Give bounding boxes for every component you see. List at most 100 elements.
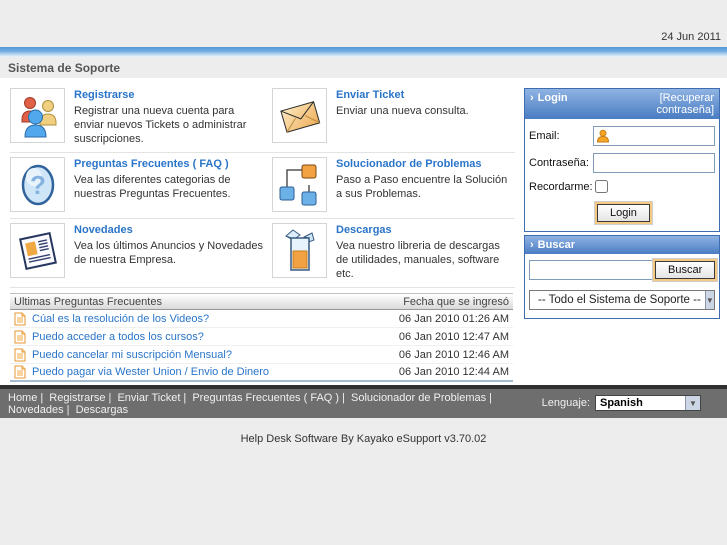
faq-question-text: Puedo cancelar mi suscripción Mensual? (32, 348, 232, 361)
chevron-down-icon: ▼ (704, 291, 714, 309)
login-form: Email: Contraseña: Recordarme: Login (525, 119, 719, 231)
login-box-header: › Login [Recuperar contraseña] (525, 89, 719, 119)
language-label: Lenguaje: (541, 397, 590, 409)
footer-link-solucionador[interactable]: Solucionador de Problemas (351, 392, 486, 404)
svg-text:?: ? (30, 170, 46, 200)
recover-password-link[interactable]: [Recuperar contraseña] (618, 92, 714, 116)
footer-link-home[interactable]: Home (8, 392, 37, 404)
login-box: › Login [Recuperar contraseña] Email: Co… (524, 88, 720, 232)
link-separator: | (183, 392, 187, 404)
section-description: Registrar una nueva cuenta para enviar n… (74, 105, 247, 145)
faq-date: 06 Jan 2010 12:46 AM (398, 348, 509, 361)
section-solucionador[interactable]: Solucionador de Problemas Paso a Paso en… (272, 157, 515, 212)
password-field[interactable] (593, 153, 715, 173)
section-link-enviar-ticket[interactable]: Enviar Ticket (336, 89, 515, 101)
footer-link-descargas[interactable]: Descargas (76, 404, 129, 416)
latest-faq-table: Ultimas Preguntas Frecuentes Fecha que s… (10, 293, 513, 382)
email-field[interactable] (593, 126, 715, 146)
section-link-registrarse[interactable]: Registrarse (74, 89, 264, 101)
question-icon: ? (10, 157, 65, 212)
faq-row: Puedo pagar via Wester Union / Envio de … (10, 364, 513, 382)
faq-question-link[interactable]: Puedo pagar via Wester Union / Envio de … (14, 365, 269, 379)
person-icon (596, 129, 610, 143)
faq-table-header: Ultimas Preguntas Frecuentes Fecha que s… (10, 293, 513, 310)
search-scope-select[interactable]: -- Todo el Sistema de Soporte -- ▼ (529, 290, 715, 310)
faq-row: Puedo acceder a todos los cursos? 06 Jan… (10, 328, 513, 346)
content-area: Registrarse Registrar una nueva cuenta p… (0, 78, 727, 385)
section-row-2: ? Preguntas Frecuentes ( FAQ ) Vea las d… (10, 155, 515, 219)
footer-link-novedades[interactable]: Novedades (8, 404, 64, 416)
search-box-header: › Buscar (525, 236, 719, 254)
section-row-3: Novedades Vea los últimos Anuncios y Nov… (10, 221, 515, 288)
search-scope-value: -- Todo el Sistema de Soporte -- (538, 294, 701, 306)
chevron-right-icon: › (530, 92, 534, 104)
document-icon (14, 330, 26, 343)
language-select[interactable]: Spanish ▼ (595, 395, 701, 411)
section-description: Vea las diferentes categorias de nuestra… (74, 174, 231, 200)
link-separator: | (66, 404, 70, 416)
section-description: Vea los últimos Anuncios y Novedades de … (74, 240, 263, 266)
faq-date-column-header: Fecha que se ingresó (403, 295, 509, 308)
section-text: Registrarse Registrar una nueva cuenta p… (74, 88, 264, 146)
section-registrarse[interactable]: Registrarse Registrar una nueva cuenta p… (10, 88, 272, 146)
section-link-faq[interactable]: Preguntas Frecuentes ( FAQ ) (74, 158, 264, 170)
section-link-novedades[interactable]: Novedades (74, 224, 264, 236)
link-separator: | (342, 392, 345, 404)
faq-question-link[interactable]: Cúal es la resolución de los Videos? (14, 312, 209, 326)
section-text: Descargas Vea nuestro libreria de descar… (336, 223, 515, 281)
login-box-title: Login (537, 92, 568, 104)
credits-line: Help Desk Software By Kayako eSupport v3… (240, 433, 487, 445)
login-button-row: Login (525, 196, 719, 231)
search-input[interactable] (529, 260, 655, 280)
section-descargas[interactable]: Descargas Vea nuestro libreria de descar… (272, 223, 515, 281)
section-link-solucionador[interactable]: Solucionador de Problemas (336, 158, 515, 170)
section-description: Paso a Paso encuentre la Solución a sus … (336, 174, 508, 200)
search-box: › Buscar Buscar -- Todo el Sistema de So… (524, 235, 720, 319)
footer-nav: Home | Registrarse | Enviar Ticket | Pregun… (8, 392, 498, 416)
section-row-1: Registrarse Registrar una nueva cuenta p… (10, 86, 515, 153)
faq-table-title: Ultimas Preguntas Frecuentes (14, 295, 162, 308)
support-portal-page: 24 Jun 2011 Sistema de Soporte Registrar… (0, 0, 727, 545)
section-text: Preguntas Frecuentes ( FAQ ) Vea las dif… (74, 157, 264, 212)
link-separator: | (108, 392, 112, 404)
password-label: Contraseña: (529, 157, 589, 169)
faq-date: 06 Jan 2010 12:44 AM (398, 366, 509, 378)
login-button[interactable]: Login (597, 204, 650, 222)
search-button[interactable]: Buscar (655, 261, 716, 279)
sidebar: › Login [Recuperar contraseña] Email: Co… (524, 88, 720, 322)
remember-checkbox[interactable] (595, 180, 608, 193)
news-icon (10, 223, 65, 278)
section-description: Enviar una nueva consulta. (336, 105, 469, 117)
section-enviar-ticket[interactable]: Enviar Ticket Enviar una nueva consulta. (272, 88, 515, 146)
footer-link-faq[interactable]: Preguntas Frecuentes ( FAQ ) (192, 392, 339, 404)
faq-question-link[interactable]: Puedo cancelar mi suscripción Mensual? (14, 348, 232, 362)
chevron-right-icon: › (530, 239, 534, 251)
search-box-title: Buscar (537, 239, 575, 251)
faq-row: Puedo cancelar mi suscripción Mensual? 0… (10, 346, 513, 364)
footer-link-registrarse[interactable]: Registrarse (49, 392, 105, 404)
footer-link-enviar-ticket[interactable]: Enviar Ticket (117, 392, 180, 404)
chevron-down-icon: ▼ (685, 396, 700, 410)
remember-label: Recordarme: (529, 180, 593, 193)
section-link-descargas[interactable]: Descargas (336, 224, 515, 236)
footer: Home | Registrarse | Enviar Ticket | Pregun… (0, 389, 727, 418)
faq-date: 06 Jan 2010 12:47 AM (398, 330, 509, 343)
remember-row: Recordarme: (525, 176, 719, 196)
faq-question-text: Puedo pagar via Wester Union / Envio de … (32, 366, 270, 378)
language-area: Lenguaje: Spanish ▼ (542, 395, 701, 411)
link-separator: | (40, 392, 44, 404)
faq-question-text: Cúal es la resolución de los Videos? (32, 312, 210, 325)
section-faq[interactable]: ? Preguntas Frecuentes ( FAQ ) Vea las d… (10, 157, 272, 212)
page-title: Sistema de Soporte (8, 61, 121, 75)
section-novedades[interactable]: Novedades Vea los últimos Anuncios y Nov… (10, 223, 272, 281)
section-description: Vea nuestro libreria de descargas de uti… (336, 240, 500, 280)
faq-question-text: Puedo acceder a todos los cursos? (32, 330, 204, 343)
section-text: Novedades Vea los últimos Anuncios y Nov… (74, 223, 264, 281)
downloads-box-icon (272, 223, 327, 278)
users-icon (10, 88, 65, 143)
faq-question-link[interactable]: Puedo acceder a todos los cursos? (14, 330, 204, 344)
section-text: Solucionador de Problemas Paso a Paso en… (336, 157, 515, 212)
search-form: Buscar -- Todo el Sistema de Soporte -- … (525, 254, 719, 318)
email-row: Email: (525, 122, 719, 149)
password-row: Contraseña: (525, 149, 719, 176)
